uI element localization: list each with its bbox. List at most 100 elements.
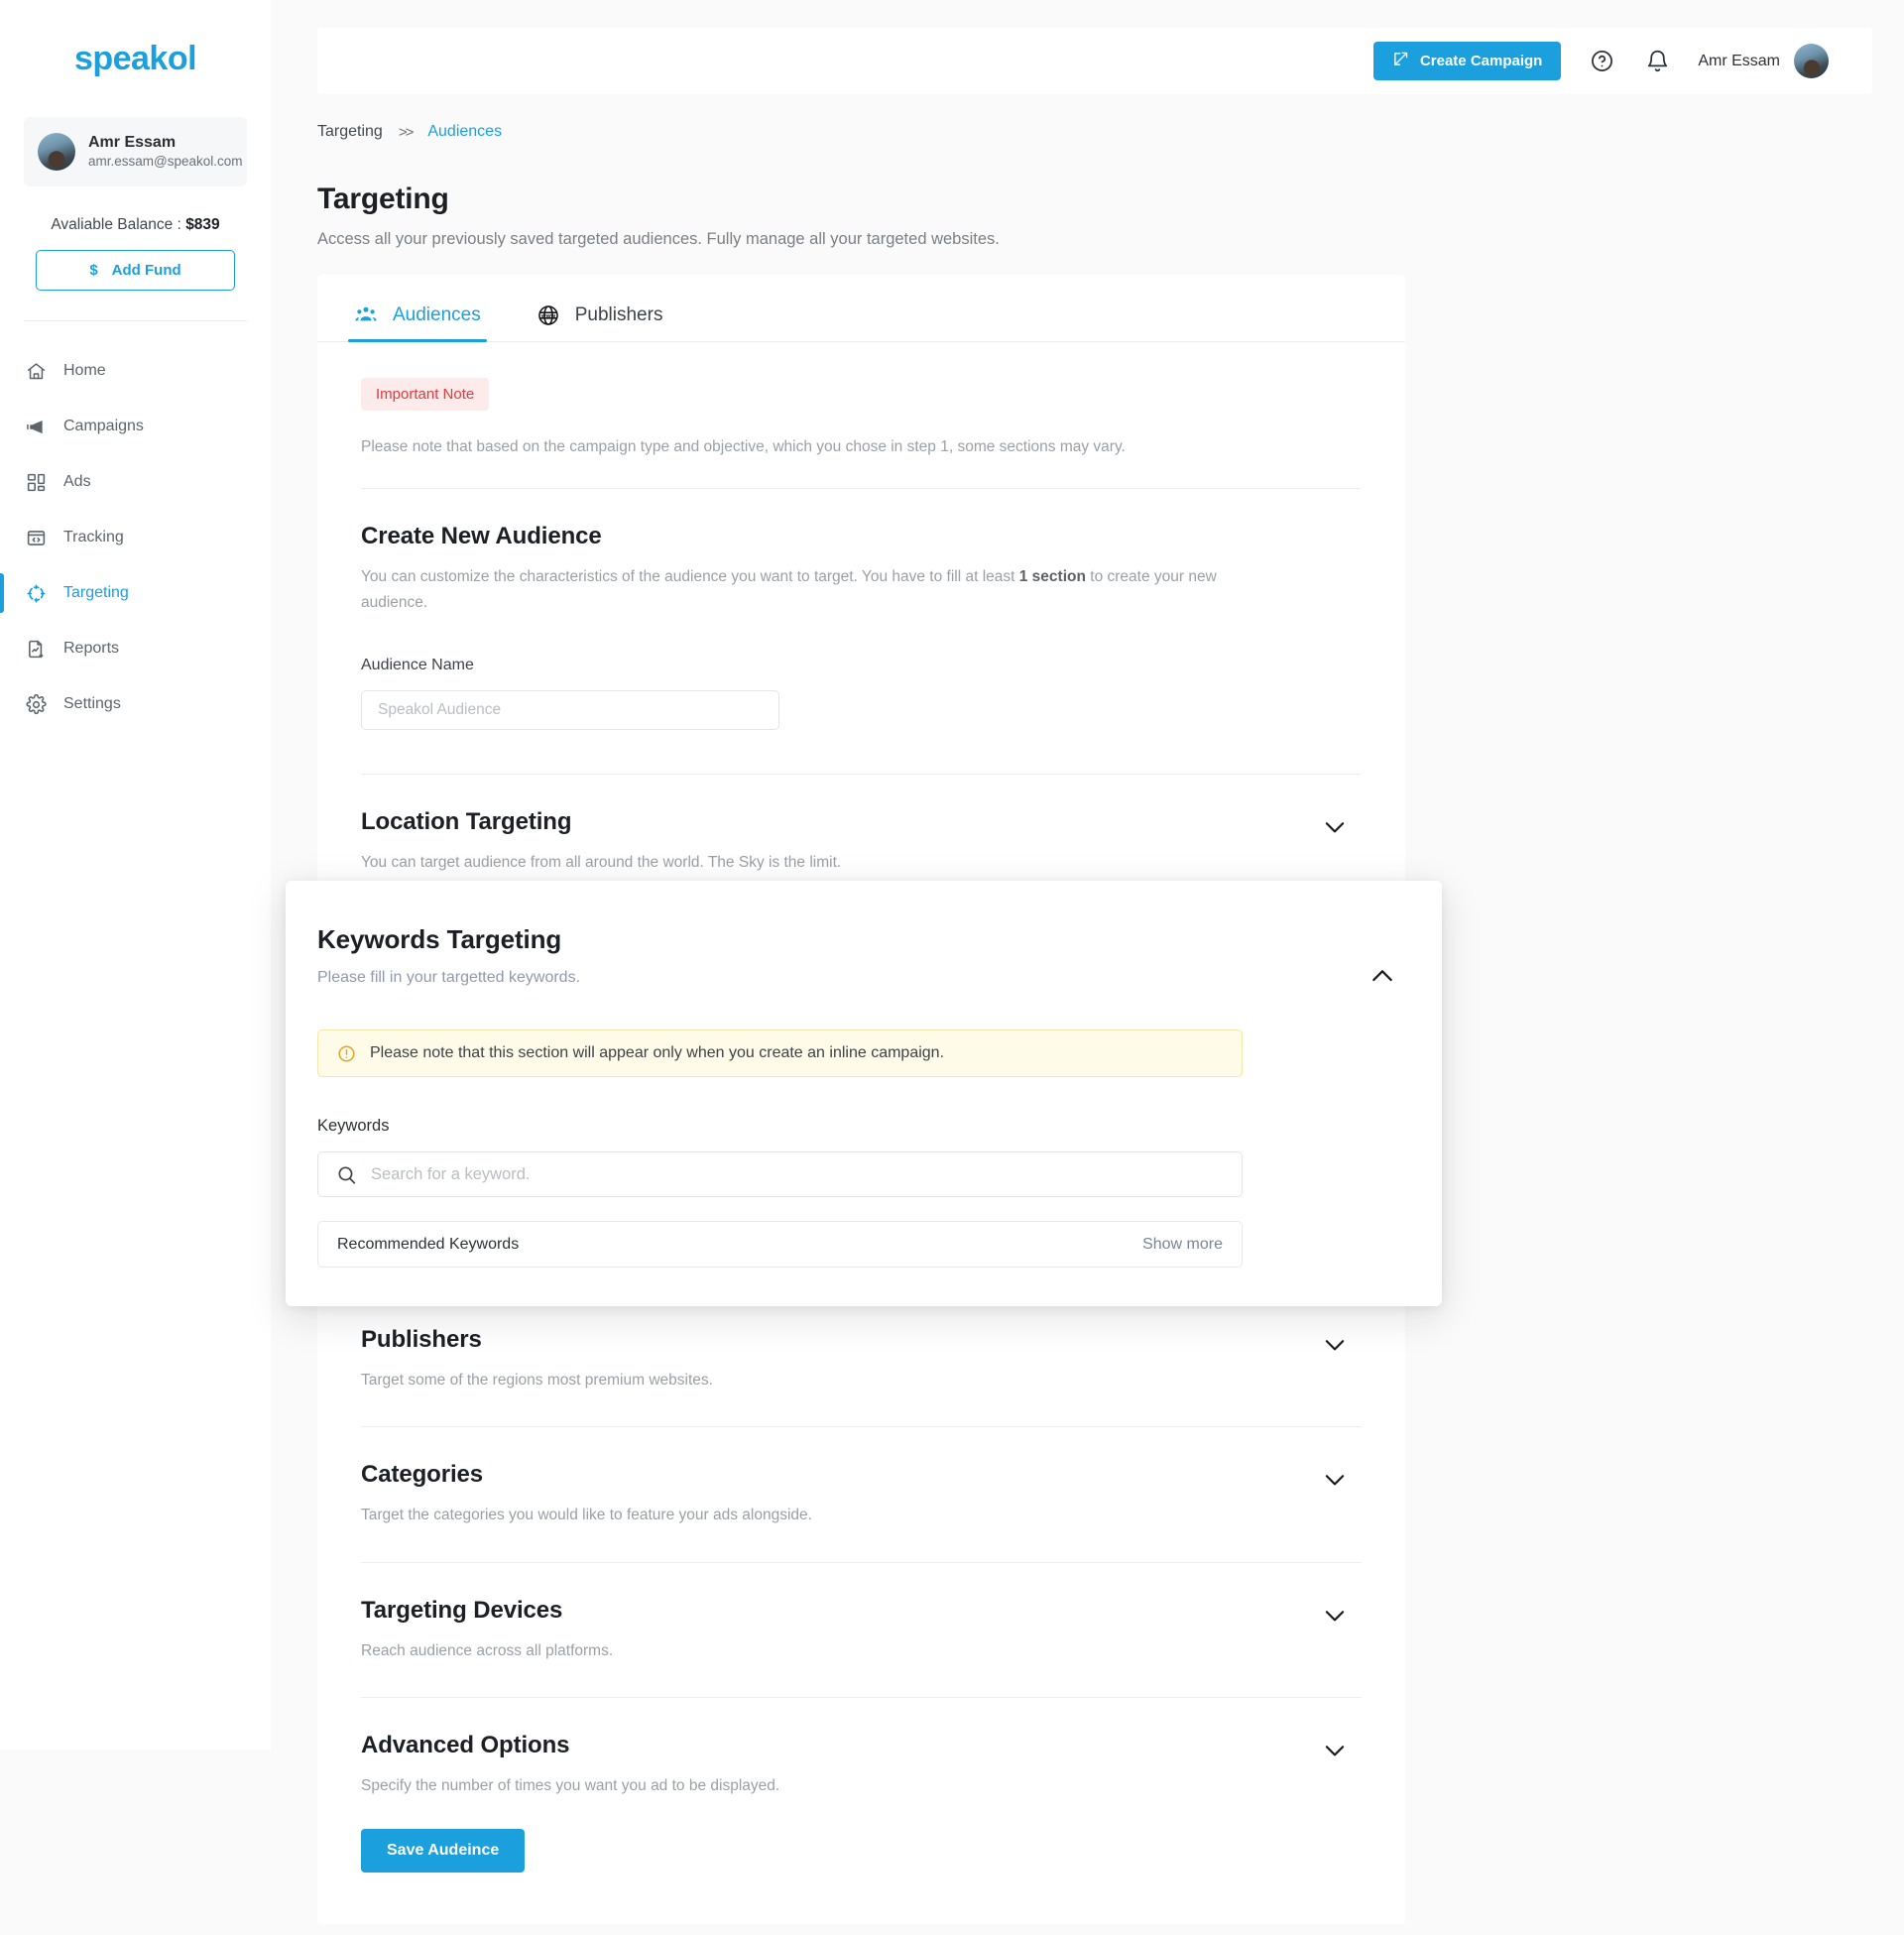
- create-audience-description: You can customize the characteristics of…: [361, 564, 1283, 615]
- chevron-down-icon[interactable]: [1318, 1463, 1352, 1497]
- section-subtitle: Target some of the regions most premium …: [361, 1371, 713, 1389]
- chevron-right-icon: >>: [398, 123, 414, 141]
- code-window-icon: [25, 527, 47, 548]
- show-more-button[interactable]: Show more: [1142, 1236, 1223, 1254]
- sidebar-item-reports[interactable]: Reports: [0, 621, 271, 676]
- sidebar-item-tracking[interactable]: Tracking: [0, 510, 271, 565]
- question-circle-icon[interactable]: [1587, 47, 1616, 76]
- inline-campaign-alert: Please note that this section will appea…: [317, 1029, 1243, 1077]
- recommended-keywords-label: Recommended Keywords: [337, 1235, 520, 1253]
- topbar-user-name: Amr Essam: [1698, 52, 1780, 69]
- sidebar-item-label: Settings: [63, 695, 121, 712]
- crosshair-icon: [25, 582, 47, 604]
- available-balance-value: $839: [185, 216, 220, 233]
- sidebar-item-label: Campaigns: [63, 418, 144, 434]
- bell-icon[interactable]: [1642, 47, 1672, 76]
- recommended-keywords-bar: Recommended Keywords Show more: [317, 1221, 1243, 1268]
- important-note-badge: Important Note: [361, 378, 490, 411]
- sidebar: speakol Amr Essam amr.essam@speakol.com …: [0, 0, 271, 1750]
- section-categories[interactable]: Categories Target the categories you wou…: [361, 1426, 1362, 1562]
- chevron-down-icon[interactable]: [1318, 1599, 1352, 1633]
- keyword-search-box[interactable]: [317, 1151, 1243, 1197]
- section-title: Targeting Devices: [361, 1596, 563, 1624]
- sidebar-nav: Home Campaigns Ads Tracking Targeting Re…: [0, 343, 271, 732]
- home-icon: [25, 360, 47, 382]
- section-targeting-devices[interactable]: Targeting Devices Reach audience across …: [361, 1561, 1362, 1698]
- desc-part1: You can customize the characteristics of…: [361, 568, 1019, 585]
- people-group-icon: [354, 303, 378, 327]
- section-title: Publishers: [361, 1325, 482, 1353]
- create-audience-section: Create New Audience You can customize th…: [361, 489, 1362, 731]
- section-subtitle: You can target audience from all around …: [361, 854, 842, 872]
- breadcrumb: Targeting >> Audiences: [317, 123, 502, 141]
- grid-icon: [25, 471, 47, 493]
- sidebar-item-label: Tracking: [63, 529, 124, 545]
- desc-bold: 1 section: [1018, 568, 1086, 585]
- page-subtitle: Access all your previously saved targete…: [317, 230, 1000, 248]
- keyword-search-input[interactable]: [371, 1164, 1224, 1184]
- page-title: Targeting: [317, 182, 449, 215]
- sidebar-item-targeting[interactable]: Targeting: [0, 565, 271, 621]
- audience-name-group: Audience Name: [361, 657, 1362, 731]
- section-title: Categories: [361, 1461, 484, 1489]
- keywords-field-label: Keywords: [317, 1117, 390, 1135]
- create-campaign-label: Create Campaign: [1419, 53, 1543, 69]
- section-subtitle: Reach audience across all platforms.: [361, 1641, 614, 1659]
- avatar: [38, 133, 75, 171]
- audience-name-label: Audience Name: [361, 657, 474, 674]
- sidebar-item-label: Ads: [63, 473, 91, 490]
- sidebar-item-label: Home: [63, 362, 106, 379]
- available-balance-label: Avaliable Balance :: [51, 216, 181, 233]
- dollar-icon: $: [89, 262, 98, 279]
- topbar: Create Campaign Amr Essam: [317, 28, 1872, 94]
- megaphone-icon: [25, 416, 47, 437]
- section-subtitle: Specify the number of times you want you…: [361, 1777, 780, 1795]
- important-note-text: Please note that based on the campaign t…: [361, 438, 1126, 455]
- breadcrumb-parent[interactable]: Targeting: [317, 123, 383, 141]
- audience-name-input[interactable]: [361, 690, 779, 731]
- report-download-icon: [25, 638, 47, 660]
- keywords-targeting-panel: Keywords Targeting Please fill in your t…: [286, 881, 1442, 1306]
- sidebar-item-ads[interactable]: Ads: [0, 454, 271, 510]
- create-campaign-button[interactable]: Create Campaign: [1372, 42, 1562, 80]
- chevron-up-icon[interactable]: [1365, 958, 1400, 994]
- save-audience-button[interactable]: Save Audeince: [361, 1828, 526, 1873]
- section-title: Advanced Options: [361, 1732, 570, 1759]
- brand-logo[interactable]: speakol: [0, 0, 271, 117]
- tab-publishers[interactable]: www Publishers: [531, 303, 669, 341]
- create-audience-title: Create New Audience: [361, 523, 602, 549]
- sidebar-item-label: Reports: [63, 640, 120, 657]
- section-advanced-options[interactable]: Advanced Options Specify the number of t…: [361, 1697, 1362, 1873]
- sidebar-item-home[interactable]: Home: [0, 343, 271, 399]
- add-fund-label: Add Fund: [111, 262, 181, 279]
- sidebar-user-email: amr.essam@speakol.com: [88, 153, 243, 169]
- sidebar-user-name: Amr Essam: [88, 133, 177, 151]
- avatar: [1794, 44, 1829, 78]
- chevron-down-icon[interactable]: [1318, 810, 1352, 844]
- tab-audiences[interactable]: Audiences: [348, 303, 487, 342]
- exclamation-circle-icon: [337, 1044, 356, 1063]
- topbar-user-menu[interactable]: Amr Essam: [1698, 44, 1829, 78]
- alert-text: Please note that this section will appea…: [370, 1044, 945, 1061]
- gear-icon: [25, 693, 47, 715]
- tab-label: Publishers: [574, 304, 663, 325]
- sidebar-item-settings[interactable]: Settings: [0, 676, 271, 732]
- chevron-down-icon[interactable]: [1318, 1328, 1352, 1362]
- add-fund-button[interactable]: $ Add Fund: [36, 250, 235, 291]
- chevron-down-icon[interactable]: [1318, 1734, 1352, 1767]
- keywords-panel-subtitle: Please fill in your targetted keywords.: [317, 969, 581, 986]
- sidebar-item-campaigns[interactable]: Campaigns: [0, 399, 271, 454]
- svg-text:www: www: [540, 312, 556, 319]
- available-balance: Avaliable Balance : $839: [0, 216, 271, 234]
- search-icon: [336, 1164, 357, 1185]
- compose-icon: [1392, 51, 1409, 71]
- sidebar-divider: [24, 320, 247, 321]
- sidebar-user-card[interactable]: Amr Essam amr.essam@speakol.com: [24, 117, 247, 186]
- breadcrumb-current[interactable]: Audiences: [427, 123, 502, 141]
- tab-bar: Audiences www Publishers: [317, 275, 1405, 342]
- section-subtitle: Target the categories you would like to …: [361, 1507, 812, 1524]
- keywords-panel-title: Keywords Targeting: [317, 924, 562, 954]
- section-publishers[interactable]: Publishers Target some of the regions mo…: [361, 1290, 1362, 1427]
- sidebar-item-label: Targeting: [63, 584, 129, 601]
- app-root: speakol Amr Essam amr.essam@speakol.com …: [0, 0, 1904, 1935]
